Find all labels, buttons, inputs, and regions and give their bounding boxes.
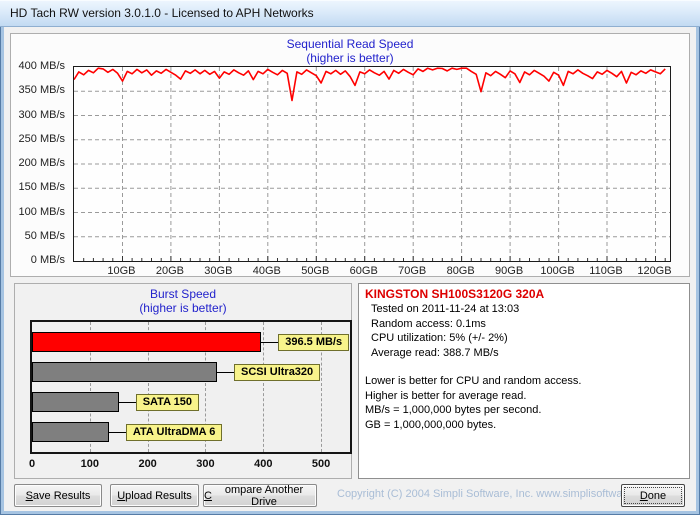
x-axis-tick-label: 110GB [589,265,623,277]
burst-x-tick-label: 500 [311,458,331,470]
burst-bar-label: SCSI Ultra320 [234,363,321,381]
copyright-text: Copyright (C) 2004 Simpli Software, Inc.… [337,488,657,500]
sequential-read-panel: Sequential Read Speed (higher is better)… [10,33,690,277]
burst-bar-label: SATA 150 [135,393,200,411]
burst-bar-row: 396.5 MB/s [32,332,350,352]
y-axis-tick-label: 100 MB/s [18,205,65,218]
x-axis-tick-label: 50GB [301,265,330,277]
titlebar[interactable]: HD Tach RW version 3.0.1.0 - Licensed to… [0,0,700,27]
y-axis-tick-label: 250 MB/s [18,132,65,145]
info-average-read: Average read: 388.7 MB/s [371,346,499,359]
y-axis-tick-label: 350 MB/s [18,84,65,97]
info-random-access: Random access: 0.1ms [371,317,486,330]
upload-results-button[interactable]: Upload Results [110,484,199,507]
y-axis-tick-label: 300 MB/s [18,108,65,121]
sequential-read-line-chart [74,67,670,261]
sequential-chart-subtitle: (higher is better) [306,51,394,65]
compare-another-drive-button[interactable]: Compare Another Drive [203,484,317,508]
burst-bars: 396.5 MB/s SCSI Ultra320 SATA 150 ATA Ultra… [32,322,350,452]
save-results-button[interactable]: Save Results [14,484,102,507]
info-cpu-utilization: CPU utilization: 5% (+/- 2%) [371,332,508,344]
burst-chart-title: Burst Speed [149,287,217,301]
burst-bar-row: ATA UltraDMA 6 [32,422,350,442]
done-button[interactable]: Done [621,484,685,507]
x-axis-tick-label: 100GB [540,265,575,277]
note-gb-definition: GB = 1,000,000,000 bytes. [365,418,497,431]
x-axis-tick-label: 40GB [252,265,281,277]
burst-x-tick-label: 0 [28,458,36,470]
window-title: HD Tach RW version 3.0.1.0 - Licensed to… [10,6,314,20]
x-axis-tick-label: 90GB [495,265,524,277]
burst-bar-connector [108,431,126,433]
burst-bar [32,392,119,412]
y-axis-tick-label: 50 MB/s [24,229,65,242]
sequential-read-plot [73,66,671,262]
sequential-x-axis: 10GB 20GB 30GB 40GB 50GB 60GB 70GB 80GB 90GB 100G… [73,265,671,278]
burst-bar-connector [261,341,279,343]
x-axis-tick-label: 80GB [446,265,475,277]
burst-x-tick-label: 200 [138,458,157,470]
burst-bar-row: SATA 150 [32,392,350,412]
burst-bar-connector [217,371,235,373]
burst-chart-subtitle: (higher is better) [139,301,227,315]
x-axis-tick-label: 70GB [398,265,427,277]
burst-bar [32,362,218,382]
drive-info-panel: KINGSTON SH100S3120G 320A Tested on 2011… [358,283,690,479]
info-notes: Lower is better for CPU and random acces… [365,374,683,432]
x-axis-tick-label: 10GB [107,265,136,277]
y-axis-tick-label: 200 MB/s [18,157,65,169]
burst-x-tick-label: 300 [196,458,215,470]
y-axis-tick-label: 0 MB/s [30,254,65,266]
note-higher-better: Higher is better for average read. [365,389,527,402]
client-area: Sequential Read Speed (higher is better)… [4,27,696,511]
burst-bar-chart: 396.5 MB/s SCSI Ultra320 SATA 150 ATA Ultra… [30,320,352,454]
burst-bar [32,332,262,352]
burst-bar-connector [118,401,136,403]
y-axis-tick-label: 150 MB/s [18,181,65,194]
x-axis-tick-label: 20GB [155,265,184,277]
burst-bar-row: SCSI Ultra320 [32,362,350,382]
info-tested: Tested on 2011-11-24 at 13:03 [371,303,520,315]
note-lower-better: Lower is better for CPU and random acces… [365,375,582,387]
sequential-chart-title: Sequential Read Speed [286,37,414,51]
x-axis-tick-label: 30GB [204,265,233,277]
sequential-y-axis: 0 MB/s 50 MB/s 100 MB/s 150 MB/s 200 MB/s 250… [11,60,69,266]
drive-name: KINGSTON SH100S3120G 320A [365,287,545,301]
burst-bar-label: ATA UltraDMA 6 [125,423,223,441]
hdtach-window: HD Tach RW version 3.0.1.0 - Licensed to… [0,0,700,515]
burst-bar-label: 396.5 MB/s [278,333,350,351]
burst-bar [32,422,109,442]
note-mbs-definition: MB/s = 1,000,000 bytes per second. [365,404,542,416]
x-axis-tick-label: 60GB [349,265,378,277]
burst-speed-panel: Burst Speed (higher is better) 396.5 MB/… [14,283,352,479]
y-axis-tick-label: 400 MB/s [18,60,65,72]
burst-x-tick-label: 400 [254,458,273,470]
burst-x-tick-label: 100 [80,458,99,470]
x-axis-tick-label: 120GB [637,265,672,277]
burst-x-axis: 0 100 200 300 400 500 [28,458,350,471]
